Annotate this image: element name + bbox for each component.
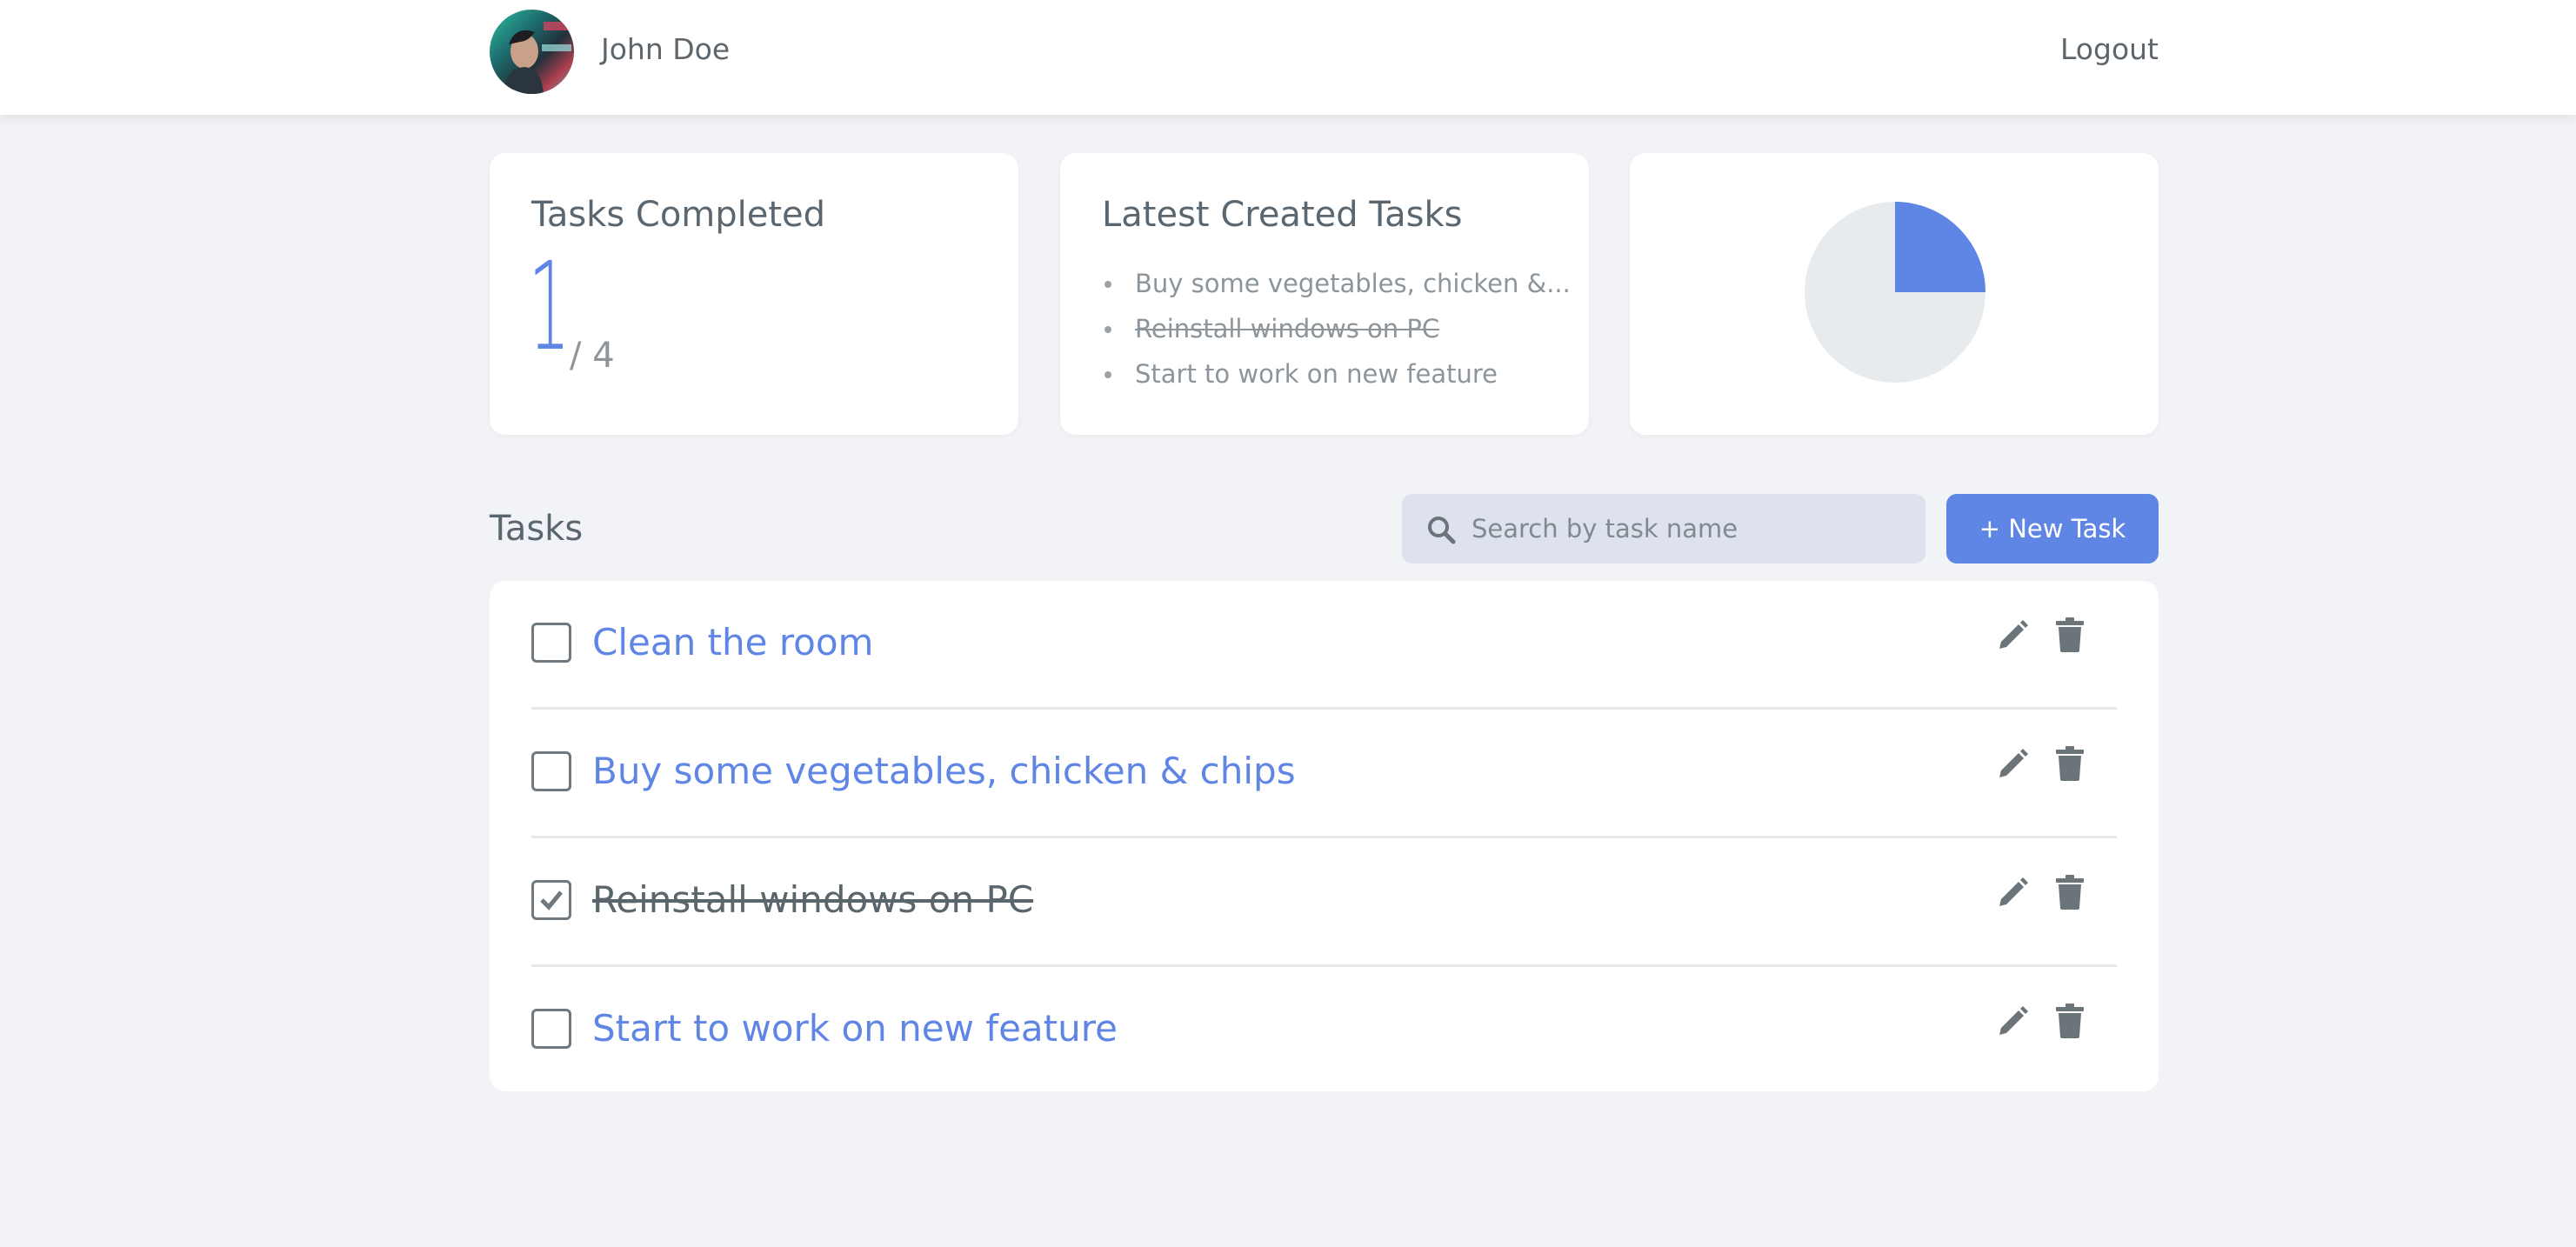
trash-icon[interactable] [2055,617,2085,652]
completed-count: 1 [528,237,571,378]
new-task-button[interactable]: + New Task [1946,494,2159,563]
logout-link[interactable]: Logout [2060,32,2159,66]
total-count: / 4 [570,336,615,376]
search-input[interactable] [1472,494,1906,563]
task-name[interactable]: Reinstall windows on PC [592,878,1033,921]
pencil-icon[interactable] [1996,619,2029,652]
task-row: Reinstall windows on PC [531,838,2117,967]
task-checkbox[interactable] [531,623,571,663]
latest-tasks-title: Latest Created Tasks [1102,195,1463,235]
task-checkbox[interactable] [531,751,571,791]
progress-pie-card [1630,153,2159,435]
search-box[interactable] [1402,494,1925,563]
latest-task-item: Reinstall windows on PC [1102,306,1571,351]
pencil-icon[interactable] [1996,748,2029,781]
pencil-icon[interactable] [1996,877,2029,910]
username: John Doe [601,32,731,66]
top-navbar: John Doe Logout [0,0,2576,115]
search-icon [1428,517,1456,544]
tasks-completed-title: Tasks Completed [531,195,826,235]
trash-icon[interactable] [2055,1004,2085,1038]
task-list: Clean the room Buy some vegetables, chic… [490,581,2159,1091]
latest-task-item: Start to work on new feature [1102,351,1571,397]
tasks-completed-card: Tasks Completed 1 / 4 [490,153,1018,435]
task-name[interactable]: Buy some vegetables, chicken & chips [592,750,1296,792]
latest-tasks-card: Latest Created Tasks Buy some vegetables… [1060,153,1589,435]
trash-icon[interactable] [2055,746,2085,781]
task-name[interactable]: Clean the room [592,621,873,664]
progress-pie-chart [1805,202,1985,383]
latest-task-item: Buy some vegetables, chicken &... [1102,261,1571,306]
task-checkbox[interactable] [531,1009,571,1049]
pencil-icon[interactable] [1996,1005,2029,1038]
task-row: Buy some vegetables, chicken & chips [531,710,2117,838]
task-row: Clean the room [531,581,2117,710]
avatar[interactable] [490,10,574,94]
check-icon [540,890,563,910]
tasks-heading: Tasks [490,509,584,549]
task-name[interactable]: Start to work on new feature [592,1007,1118,1050]
latest-tasks-list: Buy some vegetables, chicken &... Reinst… [1102,261,1571,397]
trash-icon[interactable] [2055,875,2085,910]
pie-completed-slice [1895,202,1985,292]
task-checkbox[interactable] [531,880,571,920]
task-row: Start to work on new feature [531,967,2117,1096]
